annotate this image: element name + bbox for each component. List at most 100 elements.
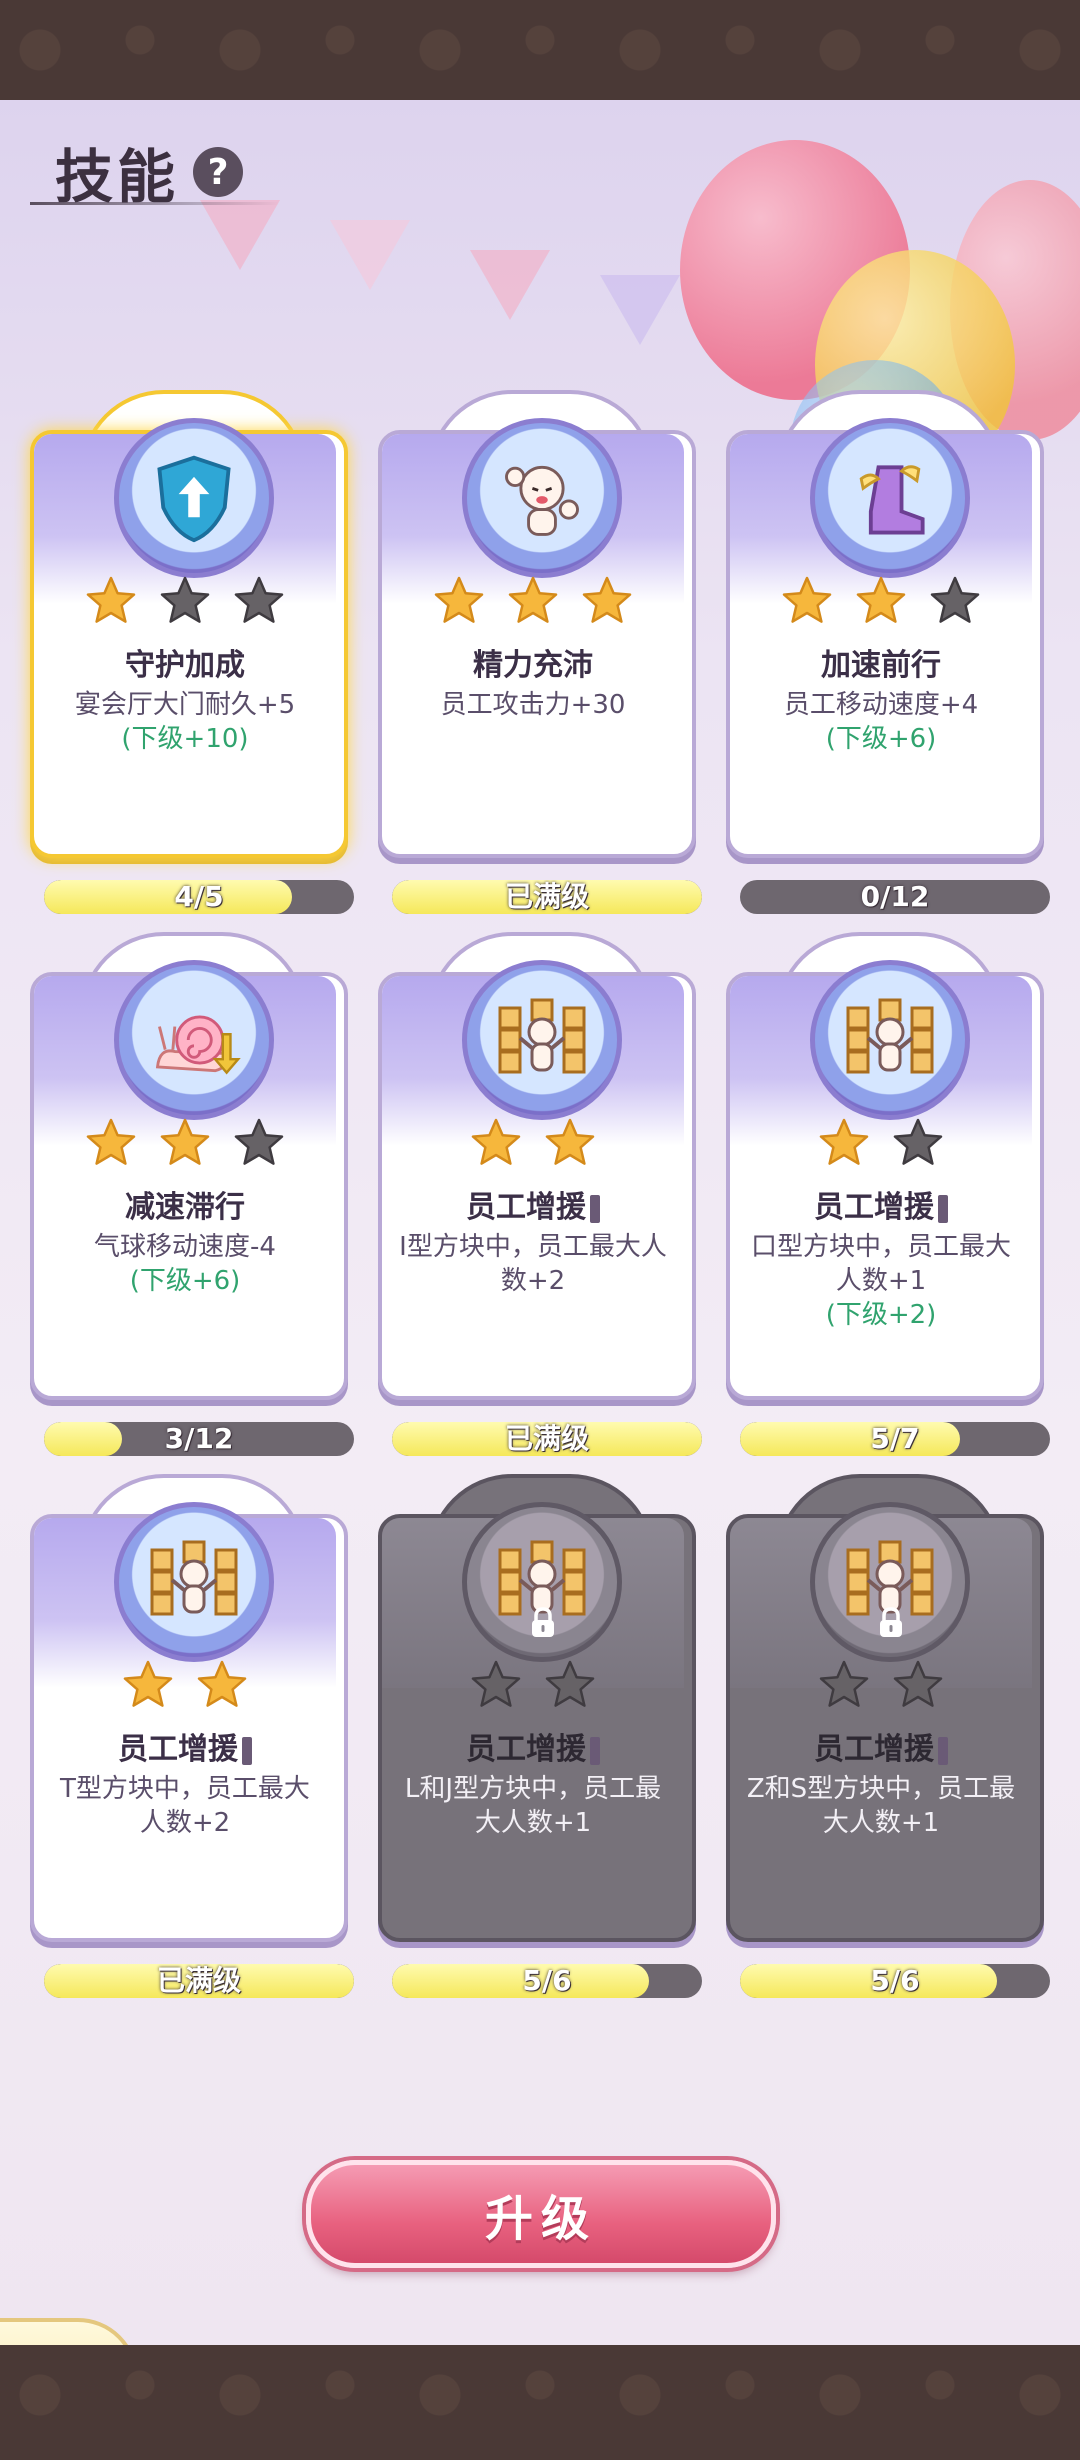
skill-progress-bar: 已满级 <box>392 880 702 914</box>
skill-next-level: (下级+6) <box>129 1266 241 1296</box>
bunting-flag <box>470 250 550 320</box>
progress-label: 4/5 <box>174 880 224 913</box>
skill-effect: 宴会厅大门耐久+5 <box>74 690 296 720</box>
skill-card[interactable]: 减速滞行 气球移动速度-4 (下级+6) <box>30 932 348 1400</box>
bunting-flag <box>330 220 410 290</box>
worker-blocks-icon <box>119 1507 269 1657</box>
progress-label: 3/12 <box>164 1422 234 1455</box>
upgrade-button[interactable]: 升级 <box>306 2160 776 2268</box>
skill-name: 减速滞行 <box>125 1190 245 1225</box>
progress-label: 5/7 <box>870 1422 920 1455</box>
skill-description: L和J型方块中，员工最大人数+1 <box>396 1772 670 1840</box>
star-empty-icon <box>233 575 285 627</box>
star-empty-icon <box>159 575 211 627</box>
skill-medal <box>114 1502 274 1662</box>
skill-effect: 员工移动速度+4 <box>783 690 979 720</box>
tag-icon <box>938 1736 948 1765</box>
skill-effect: L和J型方块中，员工最大人数+1 <box>404 1774 662 1838</box>
title-underline <box>30 202 280 205</box>
upgrade-button-label: 升级 <box>484 2191 597 2247</box>
star-rating <box>378 1659 688 1711</box>
star-rating <box>378 1117 688 1169</box>
skill-name: 员工增援 <box>726 1724 1036 1768</box>
star-rating <box>378 575 688 627</box>
skill-progress-bar: 已满级 <box>392 1422 702 1456</box>
star-filled-icon <box>818 1117 870 1169</box>
skill-card[interactable]: 精力充沛 员工攻击力+30 <box>378 390 696 858</box>
star-filled-icon <box>470 1117 522 1169</box>
tag-icon <box>242 1736 252 1765</box>
star-rating <box>30 1659 340 1711</box>
progress-label: 5/6 <box>870 1964 920 1997</box>
star-empty-icon <box>929 575 981 627</box>
skill-next-level: (下级+2) <box>825 1300 937 1330</box>
winged-boot-icon <box>815 423 965 573</box>
star-filled-icon <box>85 1117 137 1169</box>
progress-label: 已满级 <box>156 1964 241 1997</box>
skill-name: 员工增援 <box>30 1724 340 1768</box>
skill-description: T型方块中，员工最大人数+2 <box>48 1772 322 1840</box>
skill-card[interactable]: 员工增援 T型方块中，员工最大人数+2 <box>30 1474 348 1942</box>
worker-blocks-icon <box>467 965 617 1115</box>
skill-medal <box>114 960 274 1120</box>
skill-card[interactable]: 员工增援 口型方块中，员工最大人数+1 (下级+2) <box>726 932 1044 1400</box>
skill-description: 气球移动速度-4 (下级+6) <box>48 1230 322 1298</box>
skill-description: Z和S型方块中，员工最大人数+1 <box>744 1772 1018 1840</box>
skill-effect: 气球移动速度-4 <box>94 1232 276 1262</box>
skill-name: 加速前行 <box>821 648 941 683</box>
skill-name: 员工增援 <box>378 1182 688 1226</box>
star-filled-icon <box>196 1659 248 1711</box>
star-filled-icon <box>433 575 485 627</box>
help-icon[interactable]: ? <box>193 147 244 197</box>
skill-card[interactable]: 员工增援 Z和S型方块中，员工最大人数+1 <box>726 1474 1044 1942</box>
snail-icon <box>119 965 269 1115</box>
skill-progress-bar: 3/12 <box>44 1422 354 1456</box>
back-button[interactable] <box>0 2318 138 2345</box>
progress-label: 0/12 <box>860 880 930 913</box>
skill-description: 员工移动速度+4 (下级+6) <box>744 688 1018 756</box>
skill-card[interactable]: 员工增援 I型方块中，员工最大人数+2 <box>378 932 696 1400</box>
bottom-frame <box>0 2345 1080 2460</box>
star-empty-icon <box>892 1659 944 1711</box>
tag-icon <box>590 1736 600 1765</box>
star-rating <box>726 575 1036 627</box>
shield-up-icon <box>119 423 269 573</box>
star-filled-icon <box>781 575 833 627</box>
skill-name: 员工增援 <box>378 1724 688 1768</box>
skill-progress-bar: 5/7 <box>740 1422 1050 1456</box>
skill-medal <box>462 1502 622 1662</box>
skill-next-level: (下级+10) <box>121 724 249 754</box>
progress-label: 5/6 <box>522 1964 572 1997</box>
skill-progress-bar: 已满级 <box>44 1964 354 1998</box>
skill-card[interactable]: 员工增援 L和J型方块中，员工最大人数+1 <box>378 1474 696 1942</box>
skill-card[interactable]: 加速前行 员工移动速度+4 (下级+6) <box>726 390 1044 858</box>
star-empty-icon <box>818 1659 870 1711</box>
skill-effect: 员工攻击力+30 <box>440 690 626 720</box>
skill-medal <box>810 960 970 1120</box>
star-rating <box>726 1117 1036 1169</box>
skill-effect: I型方块中，员工最大人数+2 <box>399 1232 667 1296</box>
star-rating <box>30 575 340 627</box>
skill-medal <box>114 418 274 578</box>
star-empty-icon <box>470 1659 522 1711</box>
skill-medal <box>810 418 970 578</box>
progress-label: 已满级 <box>504 880 589 913</box>
skill-effect: Z和S型方块中，员工最大人数+1 <box>746 1774 1016 1838</box>
star-empty-icon <box>233 1117 285 1169</box>
skill-progress-bar: 5/6 <box>740 1964 1050 1998</box>
star-empty-icon <box>544 1659 596 1711</box>
skill-description: I型方块中，员工最大人数+2 <box>396 1230 670 1298</box>
skill-name: 守护加成 <box>125 648 245 683</box>
top-frame <box>0 0 1080 100</box>
skill-progress-bar: 5/6 <box>392 1964 702 1998</box>
skill-description: 口型方块中，员工最大人数+1 (下级+2) <box>744 1230 1018 1332</box>
star-filled-icon <box>855 575 907 627</box>
star-filled-icon <box>507 575 559 627</box>
star-filled-icon <box>581 575 633 627</box>
skill-medal <box>810 1502 970 1662</box>
skill-description: 宴会厅大门耐久+5 (下级+10) <box>48 688 322 756</box>
flex-worker-icon <box>467 423 617 573</box>
skill-next-level: (下级+6) <box>825 724 937 754</box>
skill-card[interactable]: 守护加成 宴会厅大门耐久+5 (下级+10) <box>30 390 348 858</box>
star-filled-icon <box>85 575 137 627</box>
